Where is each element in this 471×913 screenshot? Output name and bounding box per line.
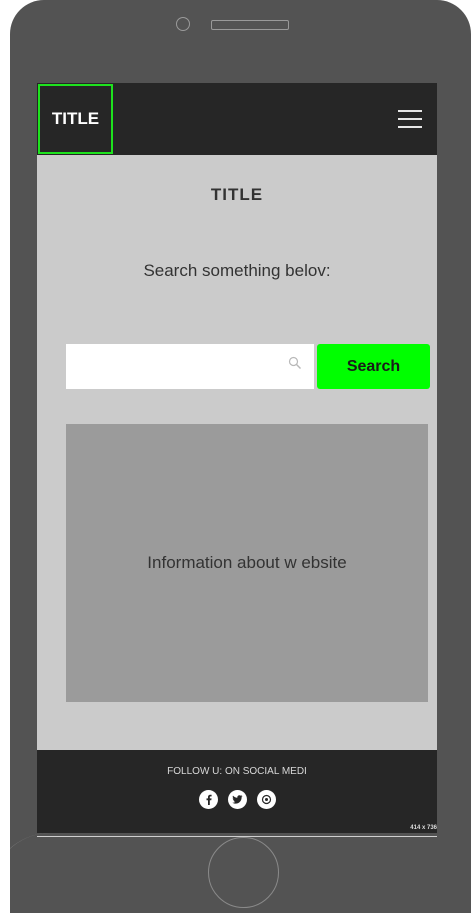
facebook-icon[interactable] — [198, 790, 218, 809]
search-button[interactable]: Search — [317, 344, 430, 389]
hamburger-menu-icon[interactable] — [398, 110, 422, 128]
search-input[interactable] — [66, 344, 314, 389]
speaker-slot — [211, 20, 289, 30]
pinterest-icon[interactable] — [256, 790, 276, 809]
menu-line — [398, 118, 422, 120]
top-navbar: TITLE — [37, 83, 437, 155]
twitter-icon[interactable] — [227, 790, 247, 809]
footer: FOLLOW U: ON SOCIAL MEDI — [37, 750, 437, 833]
home-button[interactable] — [208, 837, 279, 908]
page-title: TITLE — [210, 185, 264, 204]
search-prompt: Search something belov: — [143, 261, 331, 280]
device-size-label: 414 x 736 — [410, 825, 437, 831]
front-camera — [176, 17, 190, 31]
menu-line — [398, 110, 422, 112]
phone-frame: TITLE TITLE Search something belov: Sear… — [10, 0, 471, 913]
device-screen: TITLE TITLE Search something belov: Sear… — [37, 83, 437, 833]
info-panel: Information about w ebsite — [66, 424, 428, 702]
logo[interactable]: TITLE — [38, 84, 113, 154]
social-links — [37, 790, 437, 809]
footer-follow-text: FOLLOW U: ON SOCIAL MEDI — [167, 766, 307, 777]
info-text: Information about w ebsite — [147, 553, 347, 572]
menu-line — [398, 126, 422, 128]
